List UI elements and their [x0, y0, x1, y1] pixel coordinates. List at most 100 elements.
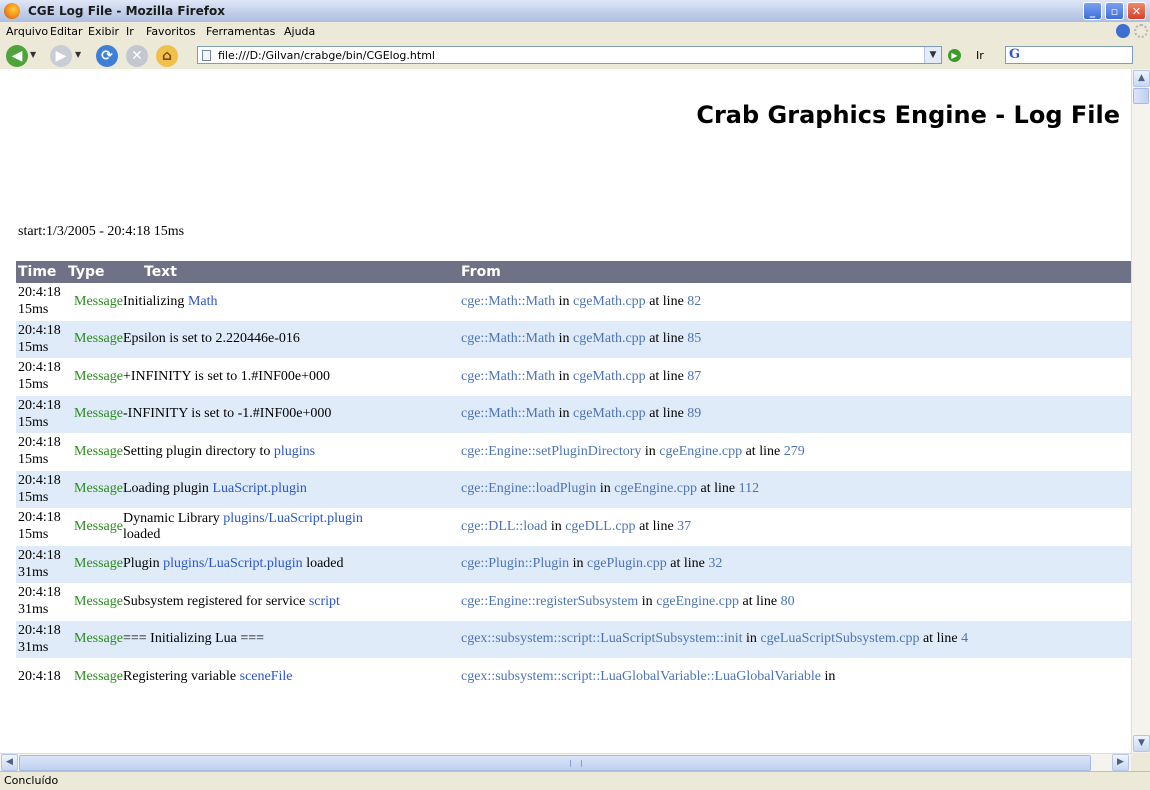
row-time: 20:4:18 31ms [16, 583, 72, 621]
message-line: Plugin plugins/LuaScript.plugin loaded [123, 556, 344, 571]
source-at-label: at line [666, 556, 709, 572]
time-value: 20:4:18 [18, 285, 61, 301]
go-icon[interactable]: ▶ [948, 49, 961, 62]
source-function: cge::Plugin::Plugin [461, 556, 570, 572]
row-time: 20:4:18 15ms [16, 321, 72, 359]
row-from: cge::Engine::loadPlugin in cgeEngine.cpp… [455, 471, 1131, 509]
stop-icon[interactable]: ✕ [126, 45, 148, 67]
scroll-left-icon[interactable]: ◀ [1, 754, 18, 771]
row-time: 20:4:18 15ms [16, 396, 72, 434]
row-from: cge::DLL::load in cgeDLL.cpp at line 37 [455, 508, 1131, 546]
back-icon[interactable]: ◀ [6, 45, 28, 67]
horizontal-scroll-thumb[interactable] [19, 755, 1091, 771]
time-ms: 15ms [18, 489, 49, 505]
source-file: cgePlugin.cpp [587, 556, 667, 572]
source-function: cge::Math::Math [461, 331, 556, 347]
table-row: 20:4:18 15ms Message+INFINITY is set to 1.… [16, 358, 1131, 396]
message-body: === Initializing Lua === [123, 631, 265, 647]
col-from-label: From [461, 264, 501, 280]
address-text[interactable]: file:///D:/Gilvan/crabge/bin/CGElog.html [218, 49, 435, 62]
source-function: cge::Engine::loadPlugin [461, 481, 597, 497]
source-line: 4 [961, 631, 969, 647]
message-text: +INFINITY is set to 1.#INF00e+000 [123, 369, 330, 385]
address-bar[interactable]: file:///D:/Gilvan/crabge/bin/CGElog.html… [197, 46, 942, 64]
home-icon[interactable]: ⌂ [156, 45, 178, 67]
row-type: Message [74, 593, 123, 609]
go-button[interactable]: Ir [976, 49, 984, 62]
menu-favoritos[interactable]: Favoritos [146, 25, 196, 38]
source-line: 37 [677, 518, 692, 534]
row-from: cgex::subsystem::script::LuaScriptSubsys… [455, 621, 1131, 659]
scroll-up-icon[interactable]: ▲ [1133, 70, 1150, 87]
row-type: Message [74, 668, 123, 684]
source-file: cgeMath.cpp [572, 406, 646, 422]
address-dropdown-icon[interactable]: ▼ [924, 47, 941, 63]
message-body: Registering variable [123, 668, 240, 684]
message-text: Epsilon is set to 2.220446e-016 [123, 331, 300, 347]
vertical-scroll-thumb[interactable] [1133, 88, 1149, 104]
row-type: Message [74, 631, 123, 647]
source-file: cgeMath.cpp [572, 331, 646, 347]
message-line: Epsilon is set to 2.220446e-016 [123, 331, 300, 346]
menu-ferramentas[interactable]: Ferramentas [206, 25, 275, 38]
back-dropdown-icon[interactable]: ▼ [30, 50, 36, 59]
table-row: 20:4:18 15ms Message-INFINITY is set to -1… [16, 395, 1131, 434]
source-line: 279 [783, 443, 805, 459]
source-in-label: in [547, 518, 566, 534]
source-function: cge::Engine::setPluginDirectory [461, 443, 642, 459]
search-input[interactable]: G [1005, 46, 1133, 64]
source-file: cgeEngine.cpp [656, 593, 739, 609]
horizontal-scrollbar[interactable]: ◀ ▶ [0, 753, 1131, 771]
scroll-right-icon[interactable]: ▶ [1112, 754, 1129, 771]
menu-arquivo[interactable]: Arquivo [6, 25, 48, 38]
vertical-scrollbar[interactable]: ▲ ▼ [1131, 69, 1150, 753]
row-from: cge::Math::Math in cgeMath.cpp at line 8… [455, 283, 1131, 321]
message-line: Initializing Math [123, 294, 218, 309]
row-text: MessageEpsilon is set to 2.220446e-016 [72, 321, 455, 359]
source-function: cge::Math::Math [461, 368, 556, 384]
scroll-down-icon[interactable]: ▼ [1133, 735, 1150, 752]
menu-editar[interactable]: Editar [50, 25, 83, 38]
message-arg: sceneFile [239, 668, 293, 684]
title-bar: CGE Log File - Mozilla Firefox _ ▫ ✕ [0, 0, 1150, 23]
source-in-label: in [555, 368, 573, 384]
message-text: Initializing Math [123, 294, 218, 310]
table-row: 20:4:18 15ms MessageSetting plugin directo… [16, 433, 1131, 471]
source-at-label: at line [645, 331, 688, 347]
source-function: cge::Math::Math [461, 406, 556, 422]
row-type: Message [74, 331, 123, 347]
time-value: 20:4:18 [18, 360, 61, 376]
row-time: 20:4:18 15ms [16, 471, 72, 509]
message-text: Subsystem registered for service script [123, 594, 340, 610]
firefox-icon [4, 3, 20, 19]
message-body: Subsystem registered for service [123, 593, 309, 609]
col-type-label: Type [68, 264, 105, 280]
table-row: 20:4:18 31ms MessagePlugin plugins/LuaScri… [16, 545, 1131, 583]
time-value: 20:4:18 [18, 472, 61, 488]
message-line: Loading plugin LuaScript.plugin [123, 481, 307, 496]
forward-icon[interactable]: ▶ [50, 45, 72, 67]
row-from: cge::Math::Math in cgeMath.cpp at line 8… [455, 396, 1131, 434]
menu-exibir[interactable]: Exibir [88, 25, 119, 38]
menu-ir[interactable]: Ir [126, 25, 134, 38]
row-text: Message=== Initializing Lua === [72, 621, 455, 659]
status-bar: Concluído [0, 771, 1150, 790]
message-line: Registering variable sceneFile [123, 669, 293, 684]
update-icon[interactable] [1116, 24, 1130, 38]
maximize-button[interactable]: ▫ [1105, 2, 1124, 20]
source-in-label: in [821, 668, 836, 684]
forward-dropdown-icon[interactable]: ▼ [75, 50, 81, 59]
source-at-label: at line [738, 593, 781, 609]
message-body: Initializing [123, 293, 188, 309]
time-ms: 15ms [18, 527, 49, 543]
message-body: -INFINITY is set to -1.#INF00e+000 [123, 406, 332, 422]
minimize-button[interactable]: _ [1083, 2, 1102, 20]
table-row: 20:4:18 31ms MessageSubsystem registered f… [16, 583, 1131, 621]
message-text: Registering variable sceneFile [123, 669, 293, 685]
message-continuation: loaded [123, 526, 161, 542]
menu-ajuda[interactable]: Ajuda [284, 25, 315, 38]
reload-icon[interactable]: ⟳ [96, 45, 118, 67]
close-button[interactable]: ✕ [1127, 2, 1146, 20]
table-row: 20:4:18 15ms MessageDynamic Library plugin… [16, 508, 1131, 546]
google-icon[interactable]: G [1009, 47, 1020, 62]
